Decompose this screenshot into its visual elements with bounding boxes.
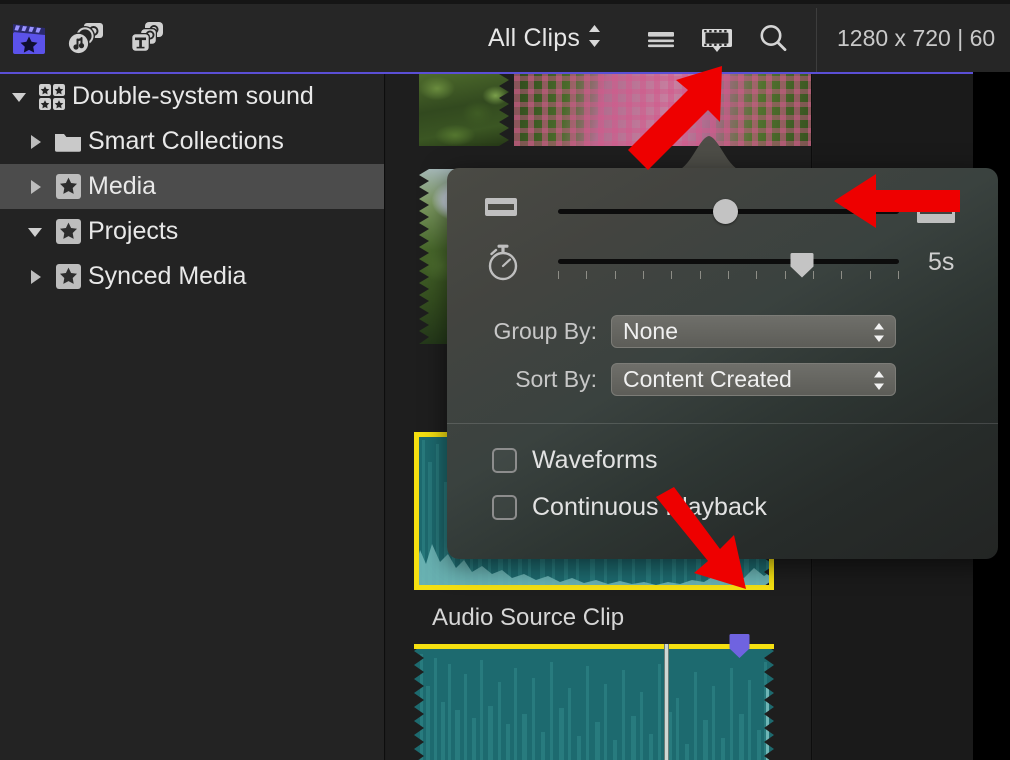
sidebar-item-media[interactable]: Media [0,164,384,209]
arrow-to-clip-marker [656,487,746,589]
clip-name-label: Audio Source Clip [432,604,625,631]
clip-marker-pin[interactable] [729,633,750,659]
chevron-up-down-icon[interactable] [586,21,603,56]
star-event-icon [48,263,88,290]
library-grid-icon [32,82,72,112]
group-by-row: Group By: None [447,315,896,348]
popover-divider [447,423,998,424]
duration-value-label: 5s [928,248,955,276]
group-by-select[interactable]: None [611,315,896,348]
toolbar-divider [816,8,817,76]
clip-zigzag-edge [414,644,424,760]
checkbox-box[interactable] [492,447,517,473]
audio-waveform [414,644,774,760]
chevron-up-down-icon[interactable] [872,321,886,349]
chevron-up-down-icon[interactable] [872,369,886,397]
folder-icon [48,129,88,155]
sort-by-label: Sort By: [515,366,597,392]
disclosure-triangle-right-icon[interactable] [22,178,48,196]
group-by-label: Group By: [493,318,597,344]
waveforms-label: Waveforms [532,445,658,474]
small-filmstrip-icon[interactable] [484,195,518,224]
clip-filter-label[interactable]: All Clips [488,24,586,53]
sidebar-item-smart-collections[interactable]: Smart Collections [0,119,384,164]
sidebar-item-label: Synced Media [88,262,247,290]
clip-top-border [414,644,774,649]
resolution-info: 1280 x 720 | 60 [837,24,996,51]
app-window: All Clips 1280 x 720 | 60 Double-system … [0,0,1010,760]
duration-slider-ticks [558,271,899,279]
sidebar-item-label: Projects [88,217,179,245]
top-toolbar: All Clips 1280 x 720 | 60 [0,0,1010,76]
star-event-icon [48,173,88,200]
video-thumbnail-green-a[interactable] [419,74,509,146]
sidebar-item-projects[interactable]: Projects [0,209,384,254]
disclosure-triangle-right-icon[interactable] [22,133,48,151]
duration-slider-knob[interactable] [790,252,814,278]
clip-zigzag-edge [499,74,509,146]
sidebar-item-label: Double-system sound [72,82,314,110]
disclosure-triangle-down-icon[interactable] [6,88,32,106]
sort-by-row: Sort By: Content Created [447,363,896,396]
clip-zigzag-edge [419,169,429,344]
audio-clip-second[interactable] [414,644,774,760]
arrow-to-filmstrip-view [628,66,722,170]
star-event-icon [48,218,88,245]
sidebar-item-double-system-sound[interactable]: Double-system sound [0,74,384,119]
sort-by-select[interactable]: Content Created [611,363,896,396]
arrow-to-duration-slider [834,174,960,228]
clip-height-slider-knob[interactable] [713,199,738,224]
checkbox-box[interactable] [492,494,517,520]
library-sidebar: Double-system sound Smart Collections Me… [0,74,385,760]
titles-generators-browser-icon[interactable] [116,4,174,72]
music-photos-browser-icon[interactable] [58,4,116,72]
clip-zigzag-edge [764,644,774,760]
sidebar-item-label: Media [88,172,157,200]
toolbar-browser-buttons [0,4,174,72]
sidebar-item-label: Smart Collections [88,127,284,155]
main-body: Double-system sound Smart Collections Me… [0,66,1010,760]
disclosure-triangle-right-icon[interactable] [22,268,48,286]
disclosure-triangle-down-icon[interactable] [22,223,48,241]
waveforms-checkbox[interactable]: Waveforms [492,443,657,477]
group-by-value: None [623,318,678,344]
search-icon[interactable] [745,4,801,72]
playhead-line[interactable] [664,644,669,760]
sort-by-value: Content Created [623,366,792,392]
stopwatch-icon[interactable] [484,242,522,287]
media-browser-icon[interactable] [0,4,58,72]
sidebar-item-synced-media[interactable]: Synced Media [0,254,384,299]
duration-slider-track[interactable] [558,259,899,264]
